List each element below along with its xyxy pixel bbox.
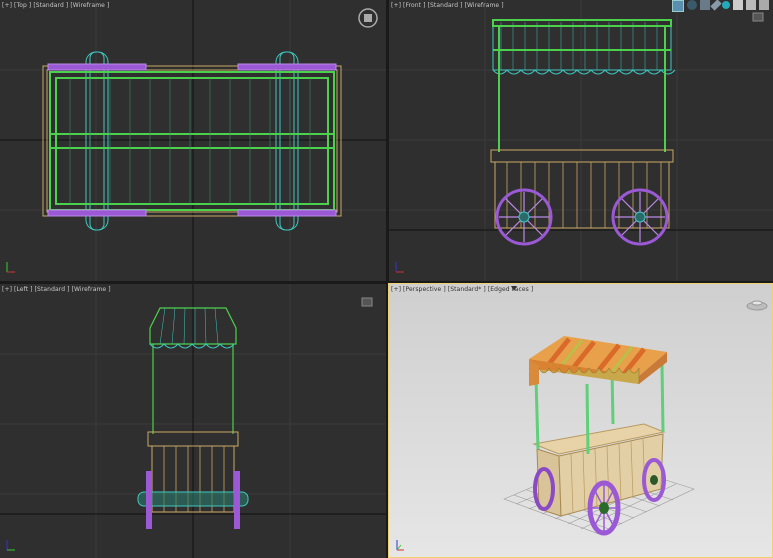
link-icon[interactable] [710,0,722,11]
viewport-front-label[interactable]: [+] [Front ] [Standard ] [Wireframe ] [391,2,504,9]
viewcube-icon [752,12,764,22]
left-view-canvas [0,284,386,558]
viewport-perspective[interactable]: [+] [Perspective ] [Standard* ] [Edged F… [389,284,773,558]
front-view-canvas [389,0,773,281]
viewport-splitter-horizontal[interactable] [0,281,773,284]
main-toolbar [672,0,769,12]
camera-icon[interactable] [746,0,756,10]
render-icon[interactable] [733,0,743,10]
light-icon[interactable] [759,0,769,10]
snap-icon[interactable] [722,1,730,9]
viewport-splitter-vertical[interactable] [386,0,389,558]
select-icon[interactable] [672,0,684,12]
top-view-canvas [0,0,386,281]
filter-icon[interactable] [511,286,517,291]
viewport-top[interactable]: [+] [Top ] [Standard ] [Wireframe ] [0,0,386,281]
viewcube-icon [361,297,373,307]
rotate-icon[interactable] [687,0,697,10]
viewport-front[interactable]: [+] [Front ] [Standard ] [Wireframe ] [389,0,773,281]
perspective-view-canvas [396,300,768,551]
scale-icon[interactable] [700,0,710,10]
viewport-left[interactable]: [+] [Left ] [Standard ] [Wireframe ] [0,284,386,558]
viewport-left-label[interactable]: [+] [Left ] [Standard ] [Wireframe ] [2,286,111,293]
viewport-top-label[interactable]: [+] [Top ] [Standard ] [Wireframe ] [2,2,109,9]
